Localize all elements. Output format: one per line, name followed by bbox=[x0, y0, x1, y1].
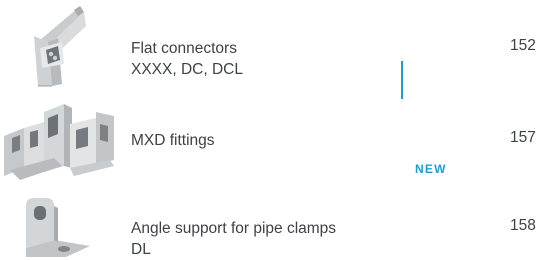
new-badge: NEW bbox=[415, 162, 447, 176]
item-series: XXXX, DC, DCL bbox=[131, 61, 243, 78]
item-name: MXD fittings bbox=[131, 132, 215, 149]
flat-connector-icon bbox=[34, 6, 86, 87]
catalog-item-mxd-fittings[interactable]: MXD fittings NEW 157 bbox=[0, 61, 557, 188]
angle-support-icon bbox=[26, 198, 90, 257]
catalog-item-angle-support[interactable]: Angle support for pipe clamps DL 158 bbox=[0, 196, 557, 258]
page-number: 152 bbox=[510, 37, 536, 54]
page-number: 157 bbox=[510, 129, 536, 146]
page-number: 158 bbox=[510, 217, 536, 234]
catalog-item-flat-connectors[interactable]: Flat connectors XXXX, DC, DCL 152 bbox=[0, 0, 557, 90]
item-name: Angle support for pipe clamps bbox=[131, 220, 337, 237]
mxd-fitting-icon bbox=[4, 104, 114, 180]
badge-divider bbox=[401, 61, 403, 99]
item-name: Flat connectors bbox=[131, 40, 237, 57]
